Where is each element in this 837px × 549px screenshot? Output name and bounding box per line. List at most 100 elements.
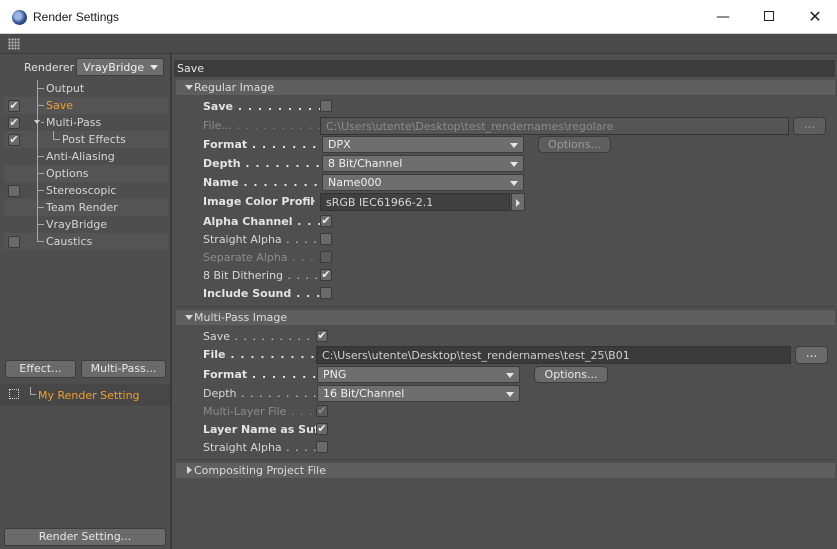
regular-file-browse-button[interactable]: ...: [793, 117, 826, 135]
tree-item-label: Multi-Pass: [46, 116, 102, 129]
field-label: Save . . . . . . . . . . . . . . . .: [203, 330, 320, 343]
regular-color-profile-row: Image Color Profile sRGB IEC61966-2.1: [172, 193, 837, 211]
chevron-down-icon: [510, 162, 518, 167]
chevron-down-icon: [506, 392, 514, 397]
tree-item-label: Anti-Aliasing: [46, 150, 115, 163]
save-enable-checkbox[interactable]: ✔: [8, 100, 20, 112]
tree-item-output[interactable]: Output: [4, 80, 168, 97]
section-title: Compositing Project File: [194, 464, 326, 477]
stereoscopic-enable-checkbox[interactable]: [8, 185, 20, 197]
save-settings-panel: Save Regular Image Save . . . . . . . . …: [172, 54, 837, 549]
regular-save-checkbox[interactable]: [320, 100, 332, 112]
renderer-dropdown[interactable]: VrayBridge: [76, 58, 164, 76]
settings-tree: Output ✔ Save ✔ Multi-Pass ✔ Post Effect…: [4, 80, 168, 250]
label-dots: . . . . . . . . . . . . . .: [243, 176, 320, 189]
chevron-down-icon: [510, 181, 518, 186]
include-sound-checkbox[interactable]: [320, 287, 332, 299]
caustics-enable-checkbox[interactable]: [8, 236, 20, 248]
tree-item-label: Options: [46, 167, 89, 180]
tree-item-caustics[interactable]: Caustics: [4, 233, 168, 250]
separate-alpha-checkbox[interactable]: [320, 251, 332, 263]
regular-format-dropdown[interactable]: DPX: [322, 136, 524, 153]
tree-item-label: Caustics: [46, 235, 93, 248]
tree-item-multi-pass[interactable]: ✔ Multi-Pass: [4, 114, 168, 131]
multipass-file-browse-button[interactable]: ...: [795, 346, 828, 364]
regular-depth-dropdown[interactable]: 8 Bit/Channel: [322, 155, 524, 172]
multipass-depth-dropdown[interactable]: 16 Bit/Channel: [317, 385, 520, 402]
alpha-channel-checkbox[interactable]: ✔: [320, 215, 332, 227]
tree-line: [53, 139, 60, 140]
multipass-options-button[interactable]: Options...: [534, 366, 608, 383]
regular-straight-alpha-row: Straight Alpha . . . . . .: [172, 231, 837, 249]
tree-line: [37, 224, 44, 225]
multipass-file-row: File . . . . . . . . . . . . . . . . . C…: [172, 346, 837, 364]
field-label: Straight Alpha . . . . . .: [203, 233, 320, 246]
tree-line: [37, 190, 44, 191]
grip-handle-icon[interactable]: [8, 38, 20, 50]
regular-name-dropdown[interactable]: Name000: [322, 174, 524, 191]
render-setting-button[interactable]: Render Setting...: [4, 528, 166, 546]
chevron-down-icon: [150, 65, 158, 70]
dropdown-value: 8 Bit/Channel: [328, 157, 403, 170]
close-button[interactable]: ✕: [792, 0, 837, 34]
regular-image-section-header[interactable]: Regular Image: [176, 80, 835, 95]
multi-pass-enable-checkbox[interactable]: ✔: [8, 117, 20, 129]
tree-line: [37, 207, 44, 208]
label-dots: . . . . . . . . . . . . .: [252, 138, 320, 151]
regular-depth-row: Depth . . . . . . . . . . . . . . 8 Bit/…: [172, 155, 837, 173]
label-text: Format: [203, 368, 248, 381]
multipass-straight-alpha-checkbox[interactable]: [316, 441, 328, 453]
tree-line: [30, 387, 36, 395]
regular-straight-alpha-checkbox[interactable]: [320, 233, 332, 245]
tree-item-post-effects[interactable]: ✔ Post Effects: [4, 131, 168, 148]
render-setting-item[interactable]: My Render Setting: [0, 384, 170, 406]
layer-name-suffix-checkbox[interactable]: ✔: [316, 423, 328, 435]
compositing-project-section-header[interactable]: Compositing Project File: [176, 463, 835, 478]
animation-marker-icon[interactable]: [311, 197, 315, 205]
multipass-format-dropdown[interactable]: PNG: [317, 366, 520, 383]
regular-options-button[interactable]: Options...: [538, 136, 611, 153]
label-text: Format: [203, 138, 248, 151]
multi-layer-file-checkbox[interactable]: ✔: [316, 405, 328, 417]
multi-pass-image-section-header[interactable]: Multi-Pass Image: [176, 310, 835, 325]
multipass-file-path-field[interactable]: C:\Users\utente\Desktop\test_rendernames…: [316, 346, 791, 364]
dithering-checkbox[interactable]: ✔: [320, 269, 332, 281]
tree-item-options[interactable]: Options: [4, 165, 168, 182]
tree-item-team-render[interactable]: Team Render: [4, 199, 168, 216]
separate-alpha-row: Separate Alpha . . . . .: [172, 249, 837, 267]
label-text: Name: [203, 176, 239, 189]
label-text: Depth: [203, 157, 241, 170]
multi-layer-file-row: Multi-Layer File . . . . . ✔: [172, 403, 837, 421]
expand-triangle-icon[interactable]: [34, 120, 40, 124]
tree-item-label: VrayBridge: [46, 218, 108, 231]
multipass-save-row: Save . . . . . . . . . . . . . . . . ✔: [172, 328, 837, 346]
tree-line: [37, 241, 44, 242]
field-label: File... . . . . . . . . . . . . . .: [203, 119, 320, 132]
multi-pass-button[interactable]: Multi-Pass...: [81, 360, 166, 378]
maximize-button[interactable]: [746, 0, 792, 34]
multipass-save-checkbox[interactable]: ✔: [316, 330, 328, 342]
minimize-button[interactable]: —: [700, 0, 746, 34]
maximize-icon: [764, 11, 774, 21]
post-effects-enable-checkbox[interactable]: ✔: [8, 134, 20, 146]
tree-line: [37, 156, 44, 157]
tree-item-label: Team Render: [46, 201, 118, 214]
tree-item-save[interactable]: ✔ Save: [4, 97, 168, 114]
expand-dotted-icon[interactable]: [9, 389, 19, 399]
tree-item-stereoscopic[interactable]: Stereoscopic: [4, 182, 168, 199]
tree-line: [41, 122, 44, 123]
label-dots: . . . . . .: [297, 215, 320, 228]
color-profile-menu-button[interactable]: [511, 193, 525, 211]
regular-file-path-field[interactable]: C:\Users\utente\Desktop\test_rendernames…: [320, 117, 789, 135]
toolbar: [0, 34, 837, 54]
effect-button[interactable]: Effect...: [5, 360, 76, 378]
include-sound-row: Include Sound . . . . . .: [172, 285, 837, 303]
alpha-channel-row: Alpha Channel . . . . . . ✔: [172, 213, 837, 231]
tree-item-anti-aliasing[interactable]: Anti-Aliasing: [4, 148, 168, 165]
label-dots: . . . . . .: [286, 441, 320, 454]
renderer-label: Renderer: [24, 61, 75, 74]
color-profile-field[interactable]: sRGB IEC61966-2.1: [320, 193, 510, 211]
tree-item-vraybridge[interactable]: VrayBridge: [4, 216, 168, 233]
chevron-down-icon: [506, 373, 514, 378]
regular-save-row: Save . . . . . . . . . . . . . . . . .: [172, 98, 837, 116]
